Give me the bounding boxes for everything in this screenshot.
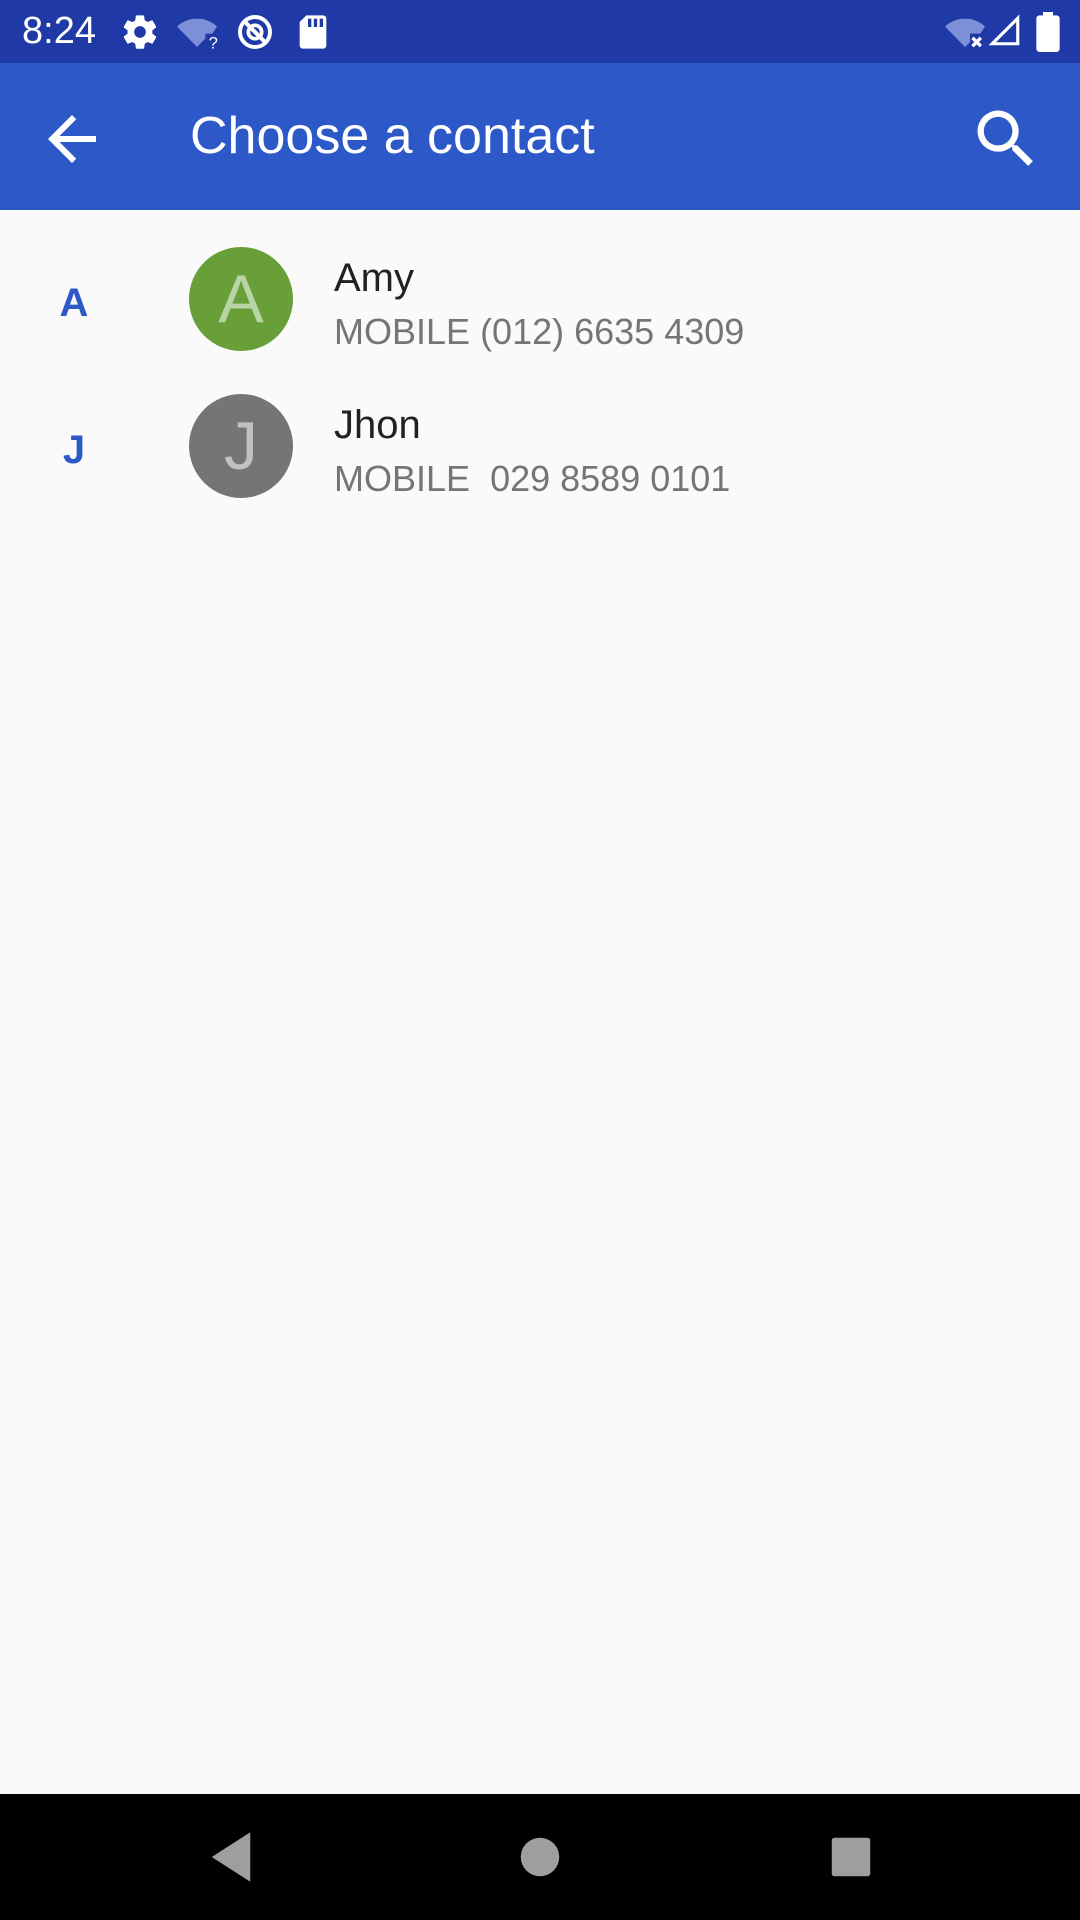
- navigation-bar: [0, 1794, 1080, 1920]
- status-bar: 8:24 ?: [0, 0, 1080, 63]
- phone-type: MOBILE: [334, 311, 471, 352]
- battery-icon: [1036, 12, 1060, 52]
- home-circle-icon[interactable]: [507, 1824, 573, 1890]
- contact-phone-line: MOBILE 029 8589 0101: [334, 457, 730, 501]
- sd-card-icon: [299, 15, 327, 49]
- avatar-initial: J: [224, 408, 258, 484]
- search-icon[interactable]: [968, 101, 1044, 177]
- contact-row-jhon[interactable]: J J Jhon MOBILE 029 8589 0101: [0, 381, 1080, 528]
- contact-list: A A Amy MOBILE (012) 6635 4309 J J Jhon …: [0, 210, 1080, 528]
- gear-icon: [123, 15, 157, 49]
- page-title: Choose a contact: [190, 107, 595, 165]
- phone-number: 029 8589 0101: [480, 458, 731, 499]
- cell-signal-icon: [988, 14, 1020, 46]
- wifi-off-icon: [945, 18, 985, 48]
- vpn-icon: [238, 15, 272, 49]
- recents-square-icon[interactable]: [818, 1824, 884, 1890]
- contact-phone-line: MOBILE (012) 6635 4309: [334, 310, 744, 354]
- back-triangle-icon[interactable]: [198, 1824, 264, 1890]
- svg-text:?: ?: [209, 34, 218, 52]
- app-bar: Choose a contact: [0, 63, 1080, 210]
- status-time: 8:24: [22, 10, 96, 52]
- contact-name: Jhon: [334, 403, 421, 447]
- arrow-back-icon[interactable]: [36, 103, 108, 175]
- avatar: A: [189, 247, 293, 351]
- section-header: A: [59, 281, 89, 325]
- wifi-question-icon: ?: [177, 18, 218, 52]
- avatar-initial: A: [218, 261, 264, 337]
- phone-type: MOBILE: [334, 458, 471, 499]
- contact-row-amy[interactable]: A A Amy MOBILE (012) 6635 4309: [0, 234, 1080, 381]
- section-header: J: [62, 428, 86, 472]
- phone-number: (012) 6635 4309: [480, 311, 745, 352]
- avatar: J: [189, 394, 293, 498]
- contact-name: Amy: [334, 256, 414, 300]
